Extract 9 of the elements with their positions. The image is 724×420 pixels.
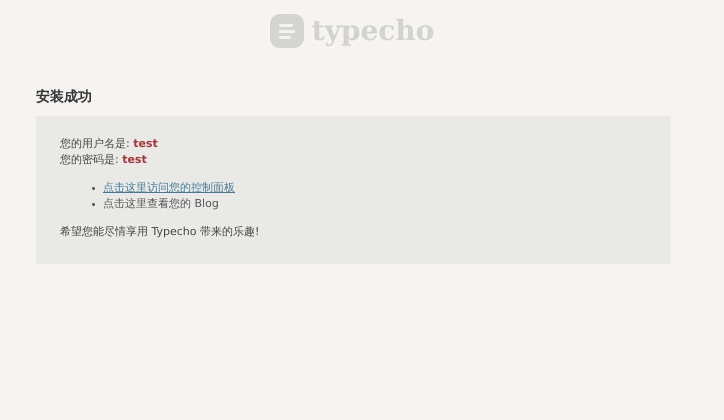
page-title: 安装成功	[36, 88, 93, 106]
bullet-icon	[92, 202, 95, 206]
logo-icon	[270, 14, 304, 48]
link[interactable]: 点击这里访问您的控制面板	[103, 180, 235, 196]
credential-line: 您的密码是: test	[60, 152, 148, 168]
bullet-icon	[92, 186, 95, 190]
credential-line: 您的用户名是: test	[60, 136, 159, 152]
link[interactable]: 点击这里查看您的 Blog	[103, 196, 219, 212]
message-text: 希望您能尽情享用 Typecho 带来的乐趣!	[60, 224, 260, 240]
